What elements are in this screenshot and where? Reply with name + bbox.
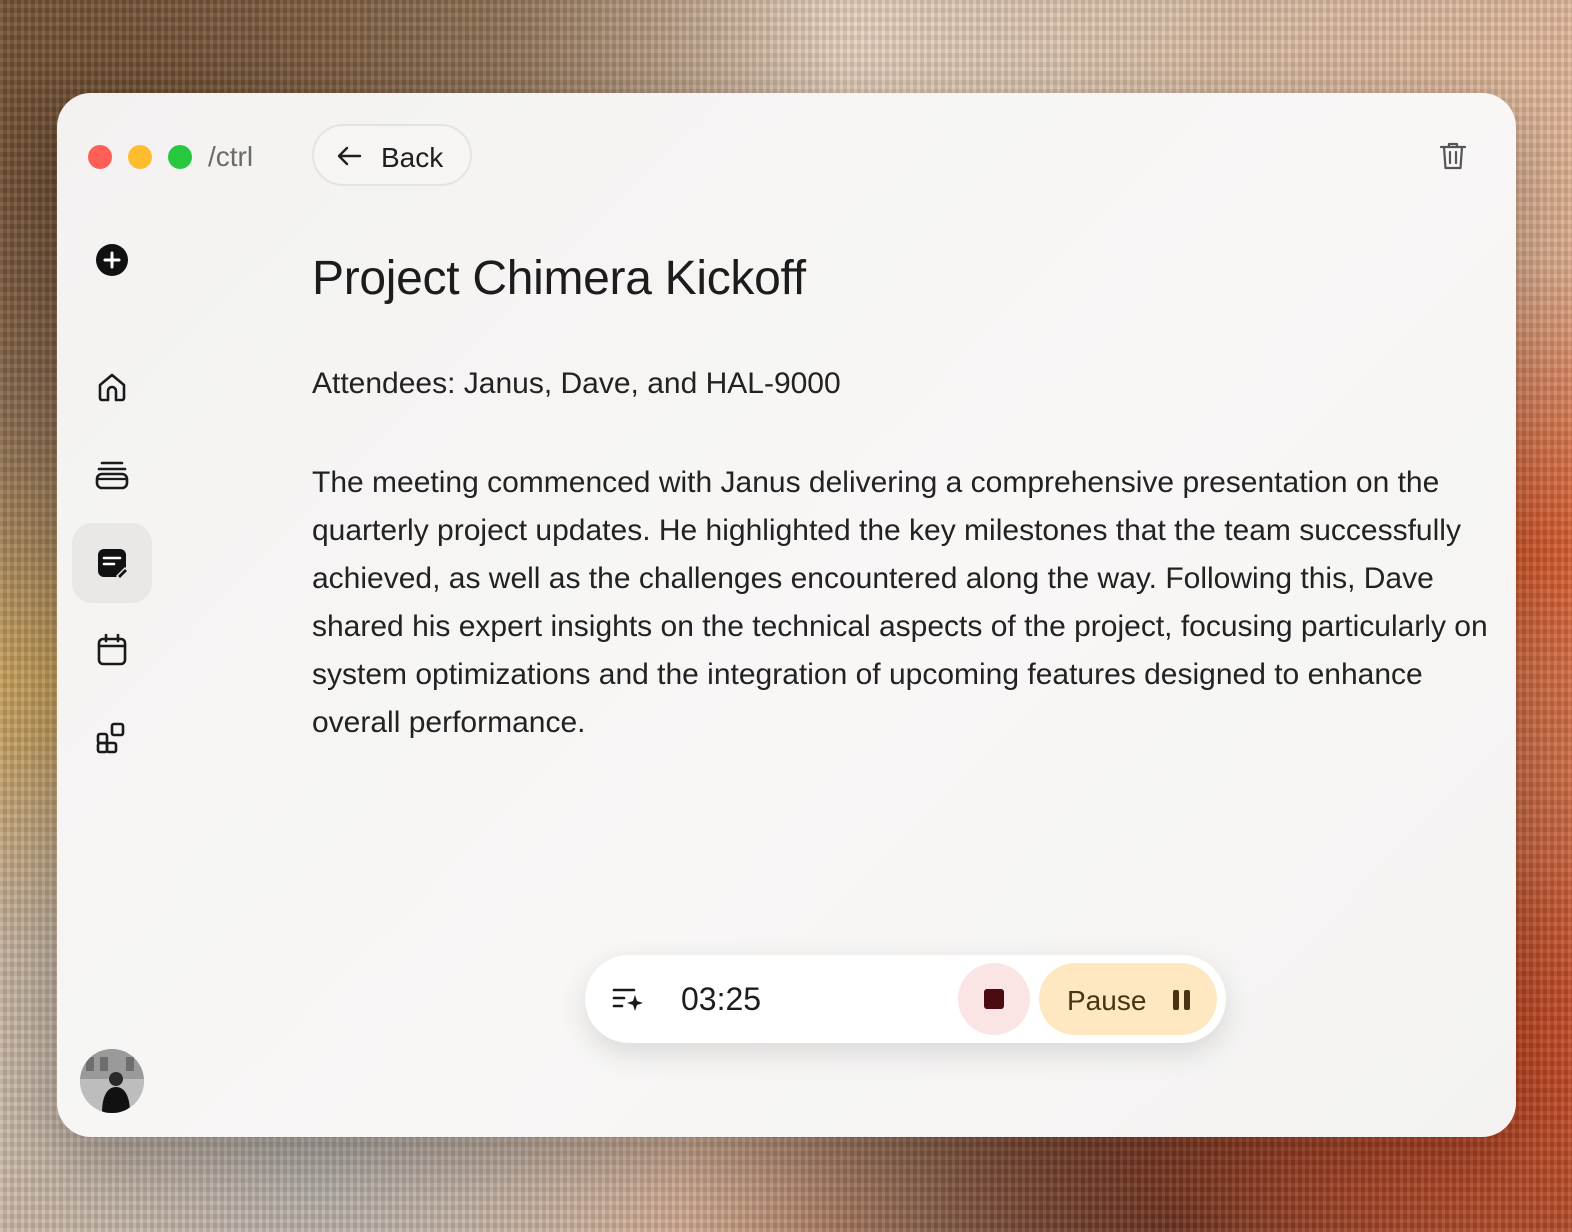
minimize-window-button[interactable] [128,145,152,169]
recording-timer: 03:25 [681,981,762,1017]
app-window: /ctrl Back Project Chimera Kickoff Atten… [57,93,1516,1137]
calendar-icon [97,633,127,666]
note-edit-icon [98,549,129,580]
user-avatar[interactable] [80,1049,144,1113]
note-attendees[interactable]: Attendees: Janus, Dave, and HAL-9000 [312,367,841,401]
ai-transcript-icon[interactable] [612,985,646,1013]
sidebar-item-apps[interactable] [72,698,152,778]
pause-icon [1173,990,1190,1010]
sidebar-item-calendar[interactable] [72,610,152,690]
stop-recording-button[interactable] [958,963,1030,1035]
sidebar-item-stack[interactable] [72,435,152,515]
back-button-label: Back [381,142,444,173]
recording-bar: 03:25 Pause [585,955,1226,1043]
sidebar-item-notes[interactable] [72,523,152,603]
trash-icon[interactable] [1439,141,1467,171]
app-name: /ctrl [208,141,254,172]
back-button[interactable]: Back [312,124,472,186]
pause-button-label: Pause [1067,985,1147,1016]
plus-circle-icon [96,244,128,276]
pause-recording-button[interactable]: Pause [1039,963,1217,1035]
stop-icon [984,989,1004,1009]
home-icon [98,373,126,402]
note-body[interactable]: The meeting commenced with Janus deliver… [312,459,1502,747]
stack-icon [95,461,129,490]
note-title[interactable]: Project Chimera Kickoff [312,251,806,306]
arrow-left-icon [337,146,362,166]
new-note-button[interactable] [72,220,152,300]
close-window-button[interactable] [88,145,112,169]
sidebar-item-home[interactable] [72,347,152,427]
apps-icon [96,722,125,754]
avatar-photo [80,1049,144,1113]
maximize-window-button[interactable] [168,145,192,169]
